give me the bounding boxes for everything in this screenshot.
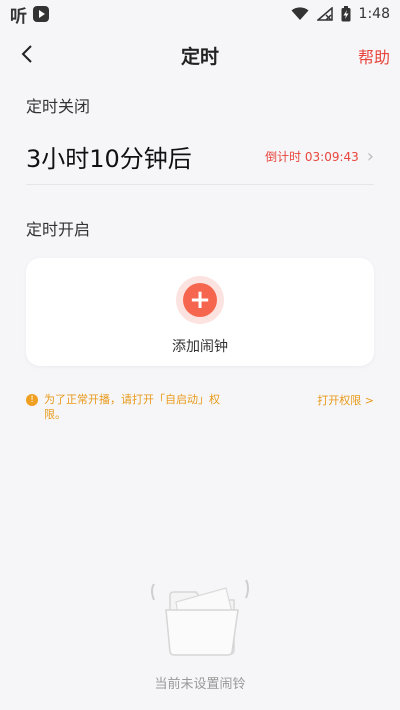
no-signal-icon bbox=[316, 7, 333, 21]
app-logo: 听 bbox=[10, 6, 27, 27]
play-icon bbox=[33, 6, 49, 22]
chevron-right-icon: › bbox=[366, 145, 374, 167]
page-title: 定时 bbox=[180, 46, 219, 68]
open-permission-link[interactable]: 打开权限 > bbox=[317, 392, 374, 408]
timer-close-label: 定时关闭 bbox=[26, 97, 91, 116]
clock: 1:48 bbox=[358, 6, 390, 22]
empty-folder-icon bbox=[151, 579, 249, 656]
plus-icon: + bbox=[183, 283, 217, 317]
empty-state-text: 当前未设置闹铃 bbox=[154, 677, 246, 692]
nav-bar: 定时 帮助 bbox=[0, 30, 400, 78]
warning-icon: ! bbox=[26, 394, 38, 406]
timer-open-label: 定时开启 bbox=[26, 220, 91, 239]
permission-notice: ! 为了正常开播，请打开「自启动」权限。 bbox=[26, 392, 226, 422]
help-link[interactable]: 帮助 bbox=[358, 44, 390, 68]
add-alarm-label: 添加闹钟 bbox=[172, 339, 228, 355]
timer-close-value: 3小时10分钟后 bbox=[26, 144, 192, 173]
add-alarm-card[interactable]: + 添加闹钟 bbox=[26, 258, 374, 366]
battery-charging-icon bbox=[341, 6, 351, 22]
empty-state: 当前未设置闹铃 bbox=[0, 565, 400, 692]
timer-close-row[interactable]: 3小时10分钟后 倒计时 03:09:43 › bbox=[26, 128, 374, 185]
wifi-icon bbox=[291, 7, 309, 20]
add-alarm-button[interactable]: + bbox=[176, 276, 224, 324]
countdown-text: 倒计时 03:09:43 bbox=[265, 149, 359, 164]
notice-text: 为了正常开播，请打开「自启动」权限。 bbox=[44, 393, 220, 421]
status-bar: 听 1:48 bbox=[0, 0, 400, 28]
